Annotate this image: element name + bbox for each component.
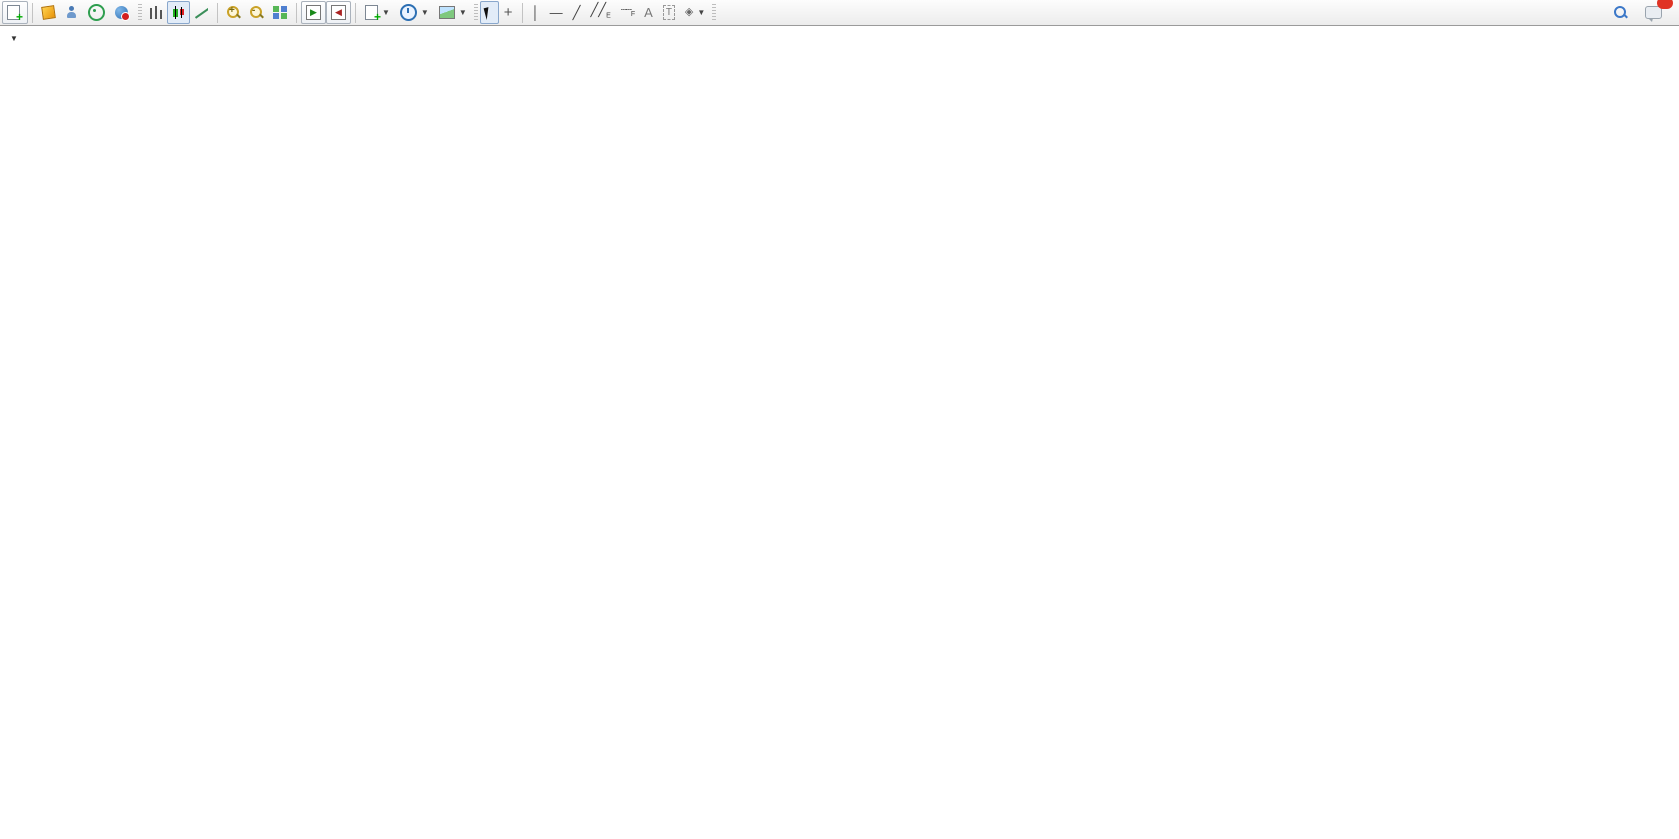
clock-icon — [400, 4, 417, 21]
notification-badge — [1657, 0, 1673, 9]
toolbar-separator — [217, 3, 218, 23]
collapse-arrow-icon[interactable]: ▼ — [10, 34, 18, 43]
tile-windows-icon — [273, 6, 287, 19]
candlestick-icon — [172, 6, 185, 19]
fibonacci-tool-button[interactable]: ┄┄F — [616, 1, 639, 24]
template-icon — [439, 6, 455, 19]
arrows-icon: ◈ — [685, 6, 693, 19]
bar-chart-button[interactable] — [144, 1, 167, 24]
indicators-icon — [365, 5, 378, 20]
line-chart-button[interactable] — [190, 1, 213, 24]
toolbar-separator — [355, 3, 356, 23]
templates-button[interactable]: ▼ — [434, 1, 472, 24]
zoom-in-icon: + — [227, 6, 240, 19]
crosshair-tool-button[interactable]: + — [499, 1, 518, 24]
channel-icon: ╱╱E — [590, 3, 610, 23]
line-chart-icon — [195, 6, 208, 19]
chart-title: ▼ — [10, 30, 29, 44]
new-order-icon — [7, 5, 20, 20]
chevron-down-icon: ▼ — [382, 8, 390, 17]
chart-window-button[interactable] — [37, 1, 60, 24]
bar-chart-icon — [149, 6, 162, 19]
auto-trading-icon — [115, 6, 128, 19]
chart-shift-button[interactable]: ◀ — [326, 1, 351, 24]
toolbar-separator — [296, 3, 297, 23]
search-button[interactable] — [1609, 1, 1632, 24]
chevron-down-icon: ▼ — [459, 8, 467, 17]
toolbar-grabber — [474, 4, 478, 22]
auto-trading-button[interactable] — [110, 1, 136, 24]
channel-tool-button[interactable]: ╱╱E — [585, 1, 615, 24]
vertical-line-tool-button[interactable]: │ — [527, 1, 545, 24]
arrows-tool-button[interactable]: ◈▼ — [680, 1, 710, 24]
notifications-button[interactable] — [1640, 1, 1667, 24]
mt4-window: + - ▶ ◀ ▼ ▼ ▼ + │ — ╱ ╱╱E ┄┄F A T ◈▼ — [0, 0, 1679, 839]
chart-shift-icon: ◀ — [331, 5, 346, 20]
trendline-icon: ╱ — [573, 6, 581, 19]
tile-windows-button[interactable] — [268, 1, 292, 24]
trendline-tool-button[interactable]: ╱ — [568, 1, 586, 24]
label-tool-button[interactable]: T — [658, 1, 680, 24]
indicators-button[interactable]: ▼ — [360, 1, 395, 24]
signal-icon — [88, 4, 105, 21]
zoom-out-button[interactable]: - — [245, 1, 268, 24]
zoom-in-button[interactable]: + — [222, 1, 245, 24]
profiles-button[interactable] — [60, 1, 83, 24]
main-toolbar: + - ▶ ◀ ▼ ▼ ▼ + │ — ╱ ╱╱E ┄┄F A T ◈▼ — [0, 0, 1679, 26]
fibonacci-icon: ┄┄F — [621, 4, 634, 21]
candlestick-chart-button[interactable] — [167, 1, 190, 24]
toolbar-separator — [522, 3, 523, 23]
toolbar-grabber — [138, 4, 142, 22]
vertical-line-icon: │ — [532, 6, 540, 19]
zoom-out-icon: - — [250, 6, 263, 19]
cursor-icon — [483, 6, 495, 20]
text-tool-button[interactable]: A — [639, 1, 658, 24]
horizontal-line-icon: — — [550, 6, 563, 19]
toolbar-right — [1609, 1, 1677, 24]
toolbar-separator — [32, 3, 33, 23]
crosshair-icon: + — [504, 6, 513, 19]
cursor-tool-button[interactable] — [480, 1, 499, 24]
label-icon: T — [663, 5, 675, 20]
horizontal-line-tool-button[interactable]: — — [545, 1, 568, 24]
new-order-button[interactable] — [2, 1, 28, 24]
chevron-down-icon: ▼ — [421, 8, 429, 17]
periods-button[interactable]: ▼ — [395, 1, 434, 24]
search-icon — [1614, 6, 1627, 19]
signals-button[interactable] — [83, 1, 110, 24]
person-icon — [65, 6, 78, 19]
text-icon: A — [644, 6, 653, 19]
auto-scroll-button[interactable]: ▶ — [301, 1, 326, 24]
toolbar-grabber — [712, 4, 716, 22]
chart-canvas[interactable] — [0, 0, 1679, 839]
auto-scroll-icon: ▶ — [306, 5, 321, 20]
chevron-down-icon: ▼ — [697, 8, 705, 17]
note-icon — [41, 5, 56, 20]
